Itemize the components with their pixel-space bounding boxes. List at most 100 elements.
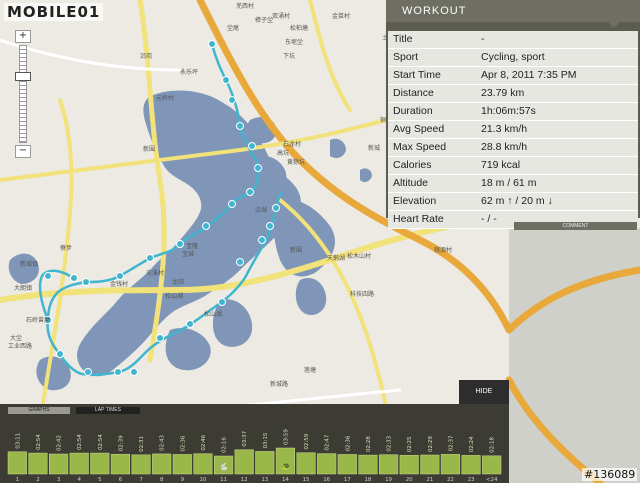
- lap-bar[interactable]: [399, 455, 419, 475]
- lap-time-label: 02:47: [325, 434, 331, 450]
- stat-row: Distance 23.79 km: [388, 85, 638, 103]
- map-place-label: 龙岗: [172, 278, 184, 286]
- lap-time-label: 02:16: [222, 437, 228, 453]
- lap-number-label: 14: [282, 477, 289, 483]
- map-place-label: 工业西路: [8, 342, 32, 350]
- lap-time-label: 02:36: [345, 435, 351, 451]
- map-place-label: 新城镇: [20, 260, 38, 268]
- lap-bar[interactable]: [420, 454, 440, 475]
- stat-row: Title -: [388, 31, 638, 49]
- lap-bar[interactable]: [131, 454, 151, 475]
- lap-bar[interactable]: [28, 452, 48, 475]
- lap-number-label: 16: [323, 477, 330, 483]
- map-place-label: 曾屋: [38, 316, 50, 324]
- stat-value: Apr 8, 2011 7:35 PM: [481, 69, 577, 81]
- map-place-label: 金钱村: [110, 280, 128, 288]
- zoom-control[interactable]: + −: [12, 30, 34, 158]
- lap-time-label: 02:37: [448, 435, 454, 451]
- lap-bar[interactable]: [234, 449, 254, 475]
- watermark: #136089: [582, 468, 638, 481]
- stat-row: Max Speed 28.8 km/h: [388, 139, 638, 157]
- stat-value: 719 kcal: [481, 159, 521, 171]
- stat-label: Heart Rate: [393, 213, 444, 225]
- lap-time-label: 02:36: [180, 435, 186, 451]
- stat-row: Sport Cycling, sport: [388, 49, 638, 67]
- map-place-label: 松山湖: [204, 310, 222, 318]
- map-place-label: 科技四路: [350, 290, 374, 298]
- stat-value: 28.8 km/h: [481, 141, 528, 153]
- turtle-icon: 🐢: [280, 462, 290, 471]
- lap-time-label: 02:46: [201, 434, 207, 450]
- lap-panel: GRAPHS LAP TIMES 03:11 1 02:54 2 02:42 3 02:54…: [0, 404, 509, 483]
- lap-bar[interactable]: [49, 453, 69, 475]
- lap-time-label: 02:39: [118, 435, 124, 451]
- lap-bar[interactable]: [461, 455, 481, 475]
- workout-title: WORKOUT: [402, 5, 467, 17]
- map-place-label: 寮步: [60, 244, 72, 252]
- lap-bar[interactable]: [296, 452, 316, 475]
- stat-label: Distance: [393, 87, 434, 99]
- stat-value: 18 m / 61 m: [481, 177, 537, 189]
- map-place-label: 羌西村: [236, 2, 254, 10]
- stat-value: Cycling, sport: [481, 51, 545, 63]
- lap-number-label: 6: [119, 477, 123, 483]
- map-place-label: 松山湖: [165, 292, 183, 300]
- lap-number-label: 11: [220, 477, 227, 483]
- stat-value: -: [481, 33, 485, 45]
- map-place-label: 下坑: [283, 52, 295, 60]
- map-place-label: 元岭村: [156, 94, 174, 102]
- stat-label: Start Time: [393, 69, 441, 81]
- lap-number-label: 8: [160, 477, 164, 483]
- lap-bar[interactable]: [152, 453, 172, 475]
- lap-bar[interactable]: [337, 454, 357, 475]
- lap-time-label: 02:59: [304, 433, 310, 449]
- lap-time-label: 03:37: [242, 430, 248, 446]
- collapse-arrow-icon[interactable]: [608, 22, 620, 28]
- stat-label: Duration: [393, 105, 433, 117]
- comment-button[interactable]: COMMENT: [514, 222, 637, 230]
- lap-bar[interactable]: [110, 453, 130, 475]
- lap-bar[interactable]: [440, 454, 460, 475]
- map-place-label: 石龙村: [283, 140, 301, 148]
- lap-time-label: 03:59: [283, 429, 289, 445]
- lap-bar[interactable]: [193, 453, 213, 475]
- lap-bar[interactable]: [7, 451, 27, 475]
- stat-label: Max Speed: [393, 141, 447, 153]
- lap-bar[interactable]: [172, 454, 192, 475]
- lap-bar[interactable]: [482, 455, 502, 475]
- lap-time-label: 03:11: [15, 433, 21, 449]
- stat-row: Avg Speed 21.3 km/h: [388, 121, 638, 139]
- lap-number-label: 22: [447, 477, 454, 483]
- lap-time-label: 02:25: [407, 436, 413, 452]
- stat-value: 62 m ↑ / 20 m ↓: [481, 195, 553, 207]
- stat-label: Sport: [393, 51, 419, 63]
- lap-bar[interactable]: [358, 454, 378, 475]
- lap-time-label: 02:42: [57, 435, 63, 451]
- hide-button[interactable]: HIDE: [459, 380, 509, 404]
- stat-value: 23.79 km: [481, 87, 525, 99]
- zoom-in-button[interactable]: +: [15, 30, 31, 43]
- lap-number-label: <24: [486, 477, 498, 483]
- lap-number-label: 17: [344, 477, 351, 483]
- lap-bar[interactable]: [255, 451, 275, 475]
- rabbit-icon: 🐇: [219, 461, 229, 471]
- zoom-out-button[interactable]: −: [15, 145, 31, 158]
- lap-number-label: 23: [468, 477, 475, 483]
- map-place-label: 大朗镇: [14, 284, 32, 292]
- lap-time-label: 02:29: [428, 436, 434, 452]
- zoom-slider-handle[interactable]: [15, 72, 31, 81]
- lap-bar[interactable]: [69, 452, 89, 475]
- lap-bar[interactable]: [90, 452, 110, 475]
- lap-bar[interactable]: [317, 453, 337, 475]
- lap-bar[interactable]: [379, 454, 399, 475]
- lap-number-label: 5: [98, 477, 102, 483]
- stat-label: Avg Speed: [393, 123, 445, 135]
- lap-time-label: 02:54: [77, 434, 83, 450]
- map-place-label: 金苗村: [332, 12, 350, 20]
- map-place-label: 松木山村: [347, 252, 371, 260]
- workout-panel-header[interactable]: WORKOUT: [386, 0, 640, 28]
- zoom-slider[interactable]: [15, 45, 31, 143]
- lap-time-label: 02:43: [160, 435, 166, 451]
- lap-time-label: 02:54: [98, 434, 104, 450]
- stat-row: Duration 1h:06m:57s: [388, 103, 638, 121]
